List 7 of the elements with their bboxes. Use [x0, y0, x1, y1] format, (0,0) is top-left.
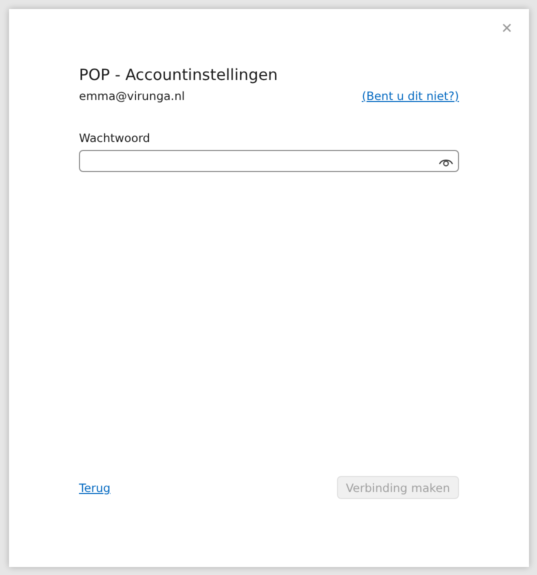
field-label: Wachtwoord [79, 131, 150, 145]
close-button[interactable]: ✕ [497, 19, 517, 37]
not-you-link[interactable]: (Bent u dit niet?) [362, 89, 459, 103]
dialog-title: POP - Accountinstellingen [79, 66, 279, 84]
password-field[interactable] [79, 150, 459, 172]
back-link[interactable]: Terug [79, 480, 110, 494]
email-address: emma@virunga.nl [79, 89, 185, 103]
